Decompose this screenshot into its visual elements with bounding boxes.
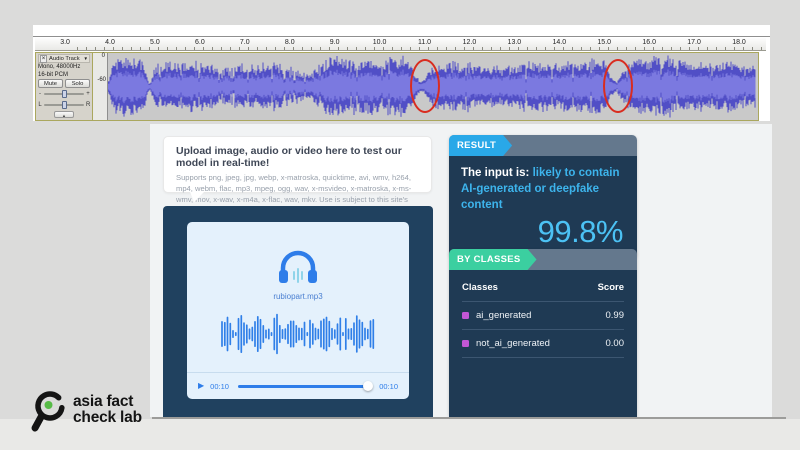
gain-plus-label: +: [86, 91, 90, 97]
ruler-minus60-label: -60: [97, 77, 106, 83]
gain-slider-thumb[interactable]: [62, 90, 67, 98]
result-verdict-text: The input is: likely to contain AI-gener…: [461, 165, 625, 213]
seek-bar[interactable]: [238, 385, 370, 388]
timeline-label: 10.0: [373, 39, 387, 46]
track-title: Audio Track: [49, 56, 80, 62]
timeline-label: 9.0: [330, 39, 340, 46]
audio-player: rubiopart.mp3 ▶ 00:10 00:10: [163, 206, 433, 417]
player-controls: ▶ 00:10 00:10: [187, 372, 409, 399]
gain-slider-groove[interactable]: [44, 93, 84, 95]
timeline-ruler[interactable]: 3.0 4.0 5.0 6.0 7.0 8.0 9.0 10.0 11.0 12.0 13.0 14.…: [35, 38, 766, 51]
editor-top-divider: [33, 36, 770, 37]
detector-webpage: Upload image, audio or video here to tes…: [150, 124, 772, 417]
headphones-icon: [275, 248, 321, 286]
class-bullet-icon: [462, 312, 469, 319]
class-row-not-ai-generated: not_ai_generated 0.00: [462, 330, 624, 357]
result-panel: RESULT The input is: likely to contain A…: [449, 135, 637, 258]
timeline-label: 4.0: [105, 39, 115, 46]
timeline-label: 13.0: [508, 39, 522, 46]
timeline-label: 5.0: [150, 39, 160, 46]
current-time: 00:10: [210, 382, 229, 391]
audio-player-card: rubiopart.mp3 ▶ 00:10 00:10: [187, 222, 409, 399]
magnifier-logo-icon: [30, 387, 68, 433]
confidence-percentage: 99.8%: [461, 214, 625, 250]
track-title-bar[interactable]: × Audio Track ▼: [38, 54, 90, 63]
pan-slider-thumb[interactable]: [62, 101, 67, 109]
upload-title: Upload image, audio or video here to tes…: [176, 145, 419, 169]
gain-slider[interactable]: - +: [38, 89, 90, 99]
play-button[interactable]: ▶: [198, 382, 204, 390]
screenshot-root: 3.0 4.0 5.0 6.0 7.0 8.0 9.0 10.0 11.0 12.0 13.0 14.…: [0, 0, 800, 450]
track-collapse-button[interactable]: ▲: [54, 111, 74, 118]
solo-button[interactable]: Solo: [65, 79, 90, 88]
score-column-header: Score: [598, 282, 624, 293]
annotation-circle: [603, 59, 633, 113]
ruler-zero-label: 0: [102, 53, 105, 59]
upload-dropzone[interactable]: Upload image, audio or video here to tes…: [163, 136, 432, 193]
timeline-label: 18.0: [732, 39, 746, 46]
audio-filename: rubiopart.mp3: [187, 292, 409, 301]
audio-editor: 3.0 4.0 5.0 6.0 7.0 8.0 9.0 10.0 11.0 12.0 13.0 14.…: [33, 25, 770, 121]
track-close-button[interactable]: ×: [40, 55, 47, 63]
seek-knob[interactable]: [363, 381, 373, 391]
total-time: 00:10: [379, 382, 398, 391]
track-format-label: Mono, 48000Hz: [38, 63, 90, 71]
by-classes-header: BY CLASSES: [449, 249, 637, 270]
track-menu-dropdown-icon[interactable]: ▼: [84, 56, 88, 61]
mute-button[interactable]: Mute: [38, 79, 63, 88]
timeline-label: 14.0: [552, 39, 566, 46]
pan-slider[interactable]: L R: [38, 100, 90, 110]
pan-slider-groove[interactable]: [44, 104, 84, 106]
timeline-label: 11.0: [418, 39, 431, 46]
pan-left-label: L: [38, 102, 42, 108]
by-classes-tag: BY CLASSES: [449, 249, 537, 270]
pan-right-label: R: [86, 102, 90, 108]
track-control-panel: × Audio Track ▼ Mono, 48000Hz 16-bit PCM…: [36, 53, 93, 120]
result-tag: RESULT: [449, 135, 512, 156]
timeline-label: 17.0: [687, 39, 701, 46]
by-classes-panel: BY CLASSES Classes Score ai_generated 0.…: [449, 249, 637, 417]
timeline-label: 8.0: [285, 39, 295, 46]
track-bitdepth-label: 16-bit PCM: [38, 71, 90, 79]
timeline-label: 6.0: [195, 39, 205, 46]
result-header: RESULT: [449, 135, 637, 156]
timeline-label: 12.0: [463, 39, 477, 46]
annotation-circle: [410, 59, 440, 113]
afcl-logo: asia fact check lab: [30, 387, 142, 433]
audio-waveform-thumbnail: [220, 310, 376, 358]
page-bottom-divider: [152, 417, 786, 419]
timeline-label: 7.0: [240, 39, 250, 46]
class-row-ai-generated: ai_generated 0.99: [462, 302, 624, 329]
vertical-ruler: 0 -60: [93, 53, 108, 120]
gain-minus-label: -: [38, 91, 42, 97]
timeline-label: 15.0: [597, 39, 611, 46]
timeline-label: 16.0: [642, 39, 656, 46]
logo-wordmark: asia fact check lab: [73, 394, 142, 427]
class-bullet-icon: [462, 340, 469, 347]
timeline-label: 3.0: [60, 39, 70, 46]
audio-track: × Audio Track ▼ Mono, 48000Hz 16-bit PCM…: [35, 52, 759, 121]
waveform-display[interactable]: [108, 53, 758, 120]
classes-column-header: Classes: [462, 282, 498, 293]
classes-table-header: Classes Score: [462, 276, 624, 301]
